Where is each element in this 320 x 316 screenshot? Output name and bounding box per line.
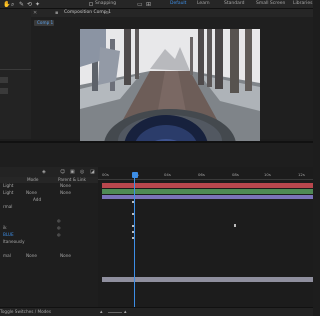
- shy-icon[interactable]: ☺: [60, 169, 65, 175]
- project-panel: [0, 9, 32, 139]
- layer-row[interactable]: ◎: [0, 218, 96, 224]
- ruler-label: 06s: [198, 172, 205, 177]
- layer-row[interactable]: [0, 246, 96, 252]
- layer-name: ltaneously: [3, 239, 25, 244]
- close-icon[interactable]: ✕: [33, 10, 38, 16]
- layer-name: mal: [3, 253, 11, 258]
- zoom-in-icon[interactable]: ▴: [124, 309, 129, 315]
- layer-mode[interactable]: None: [26, 190, 37, 196]
- layer-row[interactable]: Add: [0, 197, 96, 203]
- snapping-label: Snapping: [95, 1, 117, 6]
- layer-row[interactable]: [0, 211, 96, 217]
- timeline-area[interactable]: 00s 02s 04s 06s 08s 10s 12s: [98, 167, 313, 313]
- workspace-libraries[interactable]: Libraries: [293, 1, 312, 7]
- layer-parent[interactable]: None: [60, 183, 71, 189]
- layer-row[interactable]: mal None None: [0, 253, 96, 259]
- zoom-out-icon[interactable]: ▴: [100, 309, 105, 315]
- layer-row[interactable]: Light None: [0, 183, 96, 189]
- workspace-standard[interactable]: Standard: [224, 1, 244, 7]
- comp-breadcrumb[interactable]: Comp 1: [34, 20, 54, 26]
- playhead-line[interactable]: [134, 178, 135, 313]
- rotate-tool-icon[interactable]: ⟲: [27, 1, 32, 8]
- ruler-label: 08s: [232, 172, 239, 177]
- layer-row[interactable]: ltaneously: [0, 239, 96, 245]
- comp-tab-bar: ✕ ▪ Composition Comp 1 ≡: [31, 9, 313, 17]
- keyframe-marker[interactable]: [234, 224, 236, 227]
- scene-render: [80, 29, 260, 143]
- layer-row[interactable]: rmal: [0, 204, 96, 210]
- layer-name: BLUE: [3, 232, 14, 237]
- comp-tab-label[interactable]: Composition Comp 1: [64, 10, 111, 16]
- layer-name: rmal: [3, 204, 13, 209]
- motion-blur-icon[interactable]: ◎: [80, 169, 85, 175]
- composition-viewer[interactable]: [80, 29, 260, 143]
- timeline-bottom-bar: Toggle Switches / Modes ▴ ▴: [0, 307, 313, 316]
- layer-list: Light None Light None None Add rmal ◎ ik…: [0, 183, 98, 298]
- ruler-label: 00s: [102, 172, 109, 177]
- draft-3d-icon[interactable]: ◈: [42, 169, 47, 175]
- property-link-icon[interactable]: ◎: [57, 232, 62, 237]
- layer-name: Light: [3, 190, 14, 195]
- zoom-tool-icon[interactable]: ⌕: [11, 1, 16, 8]
- top-toolbar: ✋ ⌕ ✎ ⟲ ✦ Snapping ▭ ⊞ Default Learn Sta…: [0, 0, 313, 9]
- workspace-default[interactable]: Default: [170, 1, 186, 7]
- breadcrumb-label: Comp 1: [37, 20, 54, 25]
- workspace-learn[interactable]: Learn: [197, 1, 210, 7]
- layer-parent[interactable]: None: [60, 190, 71, 196]
- layer-parent[interactable]: None: [60, 253, 71, 259]
- snap-grid-icon[interactable]: ⊞: [146, 1, 151, 8]
- hand-tool-icon[interactable]: ✋: [3, 1, 10, 8]
- ruler-label: 12s: [298, 172, 305, 177]
- ruler-label: 04s: [164, 172, 171, 177]
- comp-lock-icon[interactable]: ▪: [55, 10, 60, 16]
- project-item-highlight-2[interactable]: [0, 88, 8, 94]
- composition-panel: ✕ ▪ Composition Comp 1 ≡ Comp 1: [31, 9, 313, 150]
- layer-mode[interactable]: None: [26, 253, 37, 259]
- project-panel-divider: [0, 69, 31, 70]
- project-item-highlight[interactable]: [0, 77, 8, 83]
- layer-row[interactable]: Light None None: [0, 190, 96, 196]
- frame-blending-icon[interactable]: ▣: [70, 169, 75, 175]
- layer-name: ik: [3, 225, 7, 230]
- pen-tool-icon[interactable]: ✎: [19, 1, 24, 8]
- puppet-tool-icon[interactable]: ✦: [35, 1, 40, 8]
- panel-menu-icon[interactable]: ≡: [105, 10, 110, 16]
- snap-options-icon[interactable]: ▭: [137, 1, 143, 8]
- toggle-switches-modes[interactable]: Toggle Switches / Modes: [0, 309, 51, 314]
- property-link-icon[interactable]: ◎: [57, 218, 62, 223]
- layer-row[interactable]: ik ◎: [0, 225, 96, 231]
- ruler-label: 10s: [264, 172, 271, 177]
- playhead-handle[interactable]: [132, 172, 138, 178]
- property-link-icon[interactable]: ◎: [57, 225, 62, 230]
- time-ruler[interactable]: 00s 02s 04s 06s 08s 10s 12s: [98, 171, 313, 180]
- timeline-panel: ◈ ☺ ▣ ◎ ◪ Mode Parent & Link Light None …: [0, 141, 313, 316]
- snapping-checkbox[interactable]: [89, 2, 93, 6]
- graph-editor-icon[interactable]: ◪: [90, 169, 95, 175]
- layer-name: Light: [3, 183, 14, 188]
- layer-row[interactable]: BLUE ◎: [0, 232, 96, 238]
- layer-name: Add: [33, 197, 42, 202]
- workspace-small-screen[interactable]: Small Screen: [256, 1, 285, 7]
